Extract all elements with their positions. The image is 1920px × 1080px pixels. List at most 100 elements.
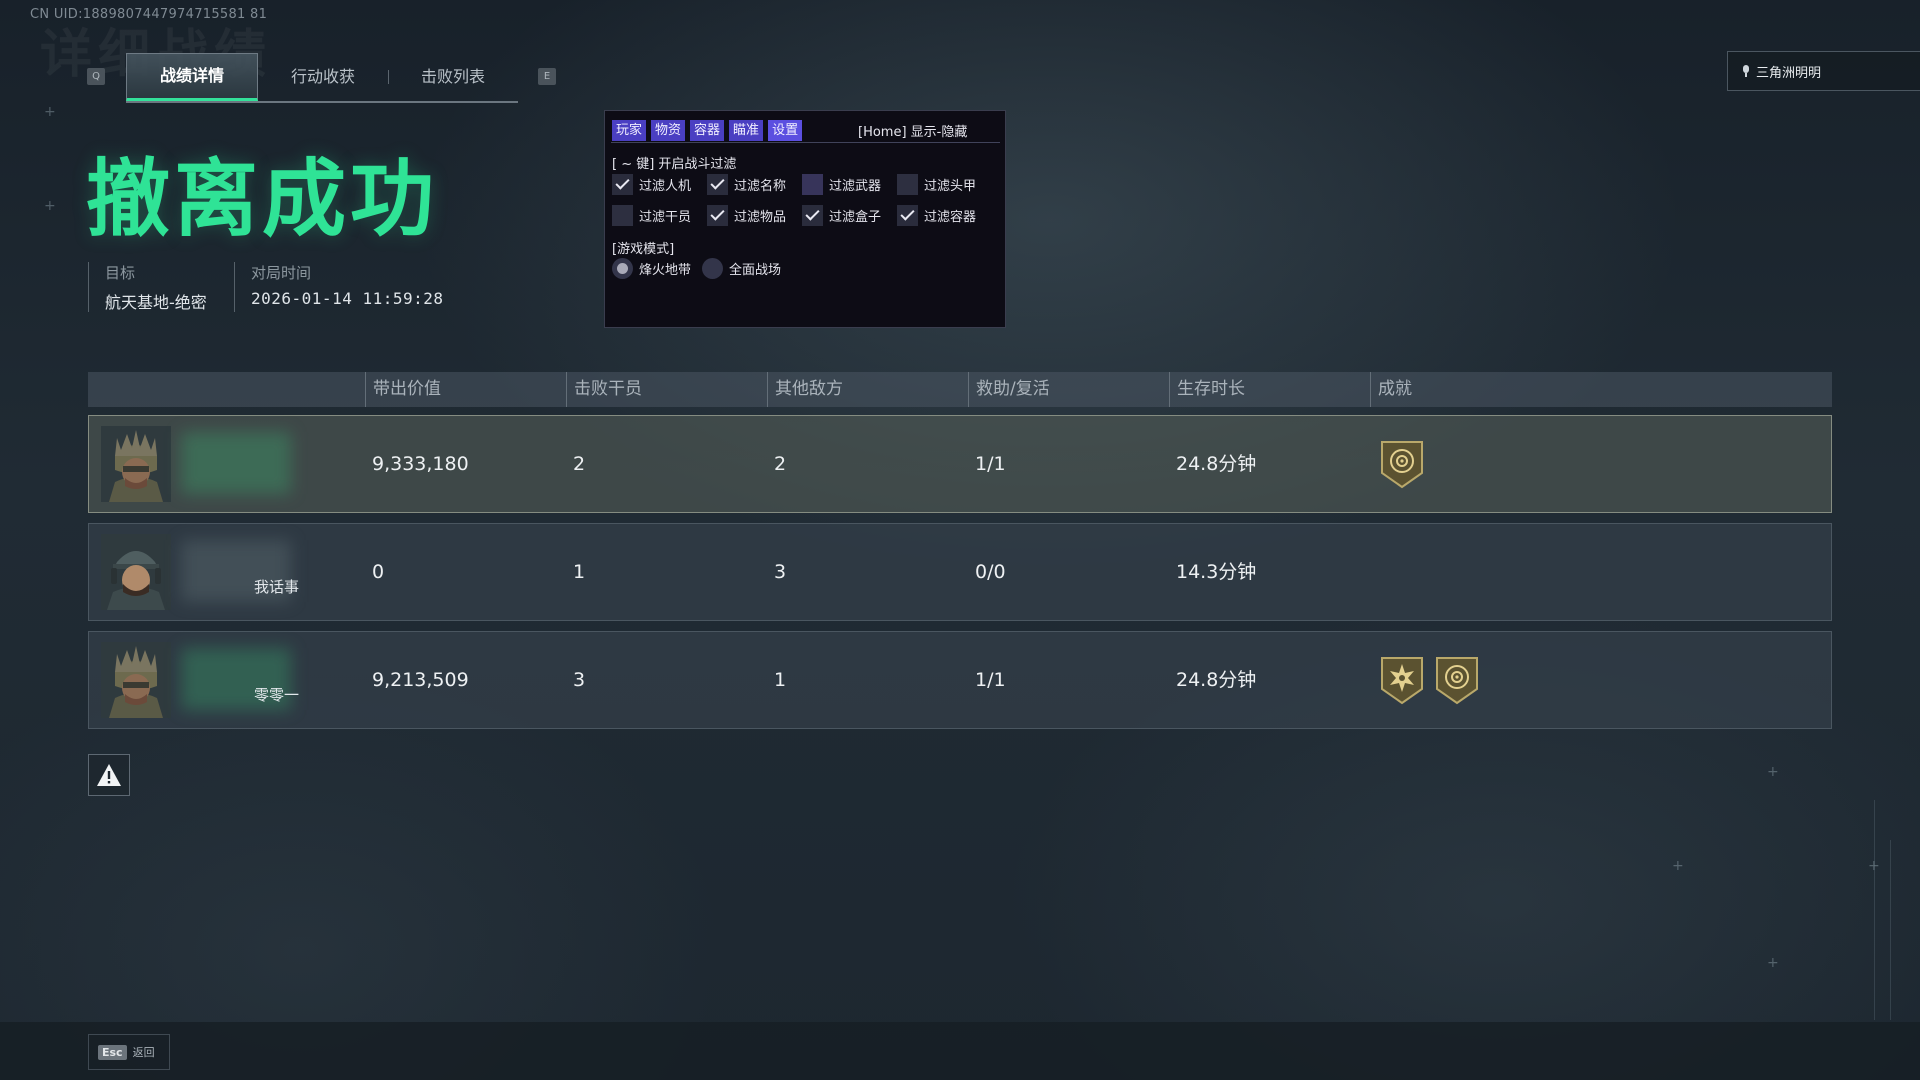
star-badge-icon[interactable] [1379, 655, 1425, 705]
column-header-assist: 救助/复活 [968, 372, 1050, 407]
table-header: 带出价值 击败干员 其他敌方 救助/复活 生存时长 成就 [88, 372, 1832, 407]
cell-other-enemies: 3 [774, 561, 787, 583]
filter-containers-label: 过滤容器 [924, 210, 977, 225]
account-box[interactable]: 三角洲明明 [1727, 51, 1920, 91]
column-header-value: 带出价值 [365, 372, 441, 407]
player-name-blurred [181, 432, 291, 494]
mode-warfare-radio[interactable]: 全面战场 [702, 258, 781, 279]
tab-prev-key-hint[interactable]: Q [87, 68, 105, 85]
cell-value: 9,213,509 [372, 669, 469, 691]
target-badge-icon[interactable] [1379, 439, 1425, 489]
table-row[interactable]: 零零一 9,213,509 3 1 1/1 24.8分钟 [88, 631, 1832, 729]
radio-selected-icon [612, 258, 633, 279]
crosshair-icon: + [44, 104, 56, 120]
checkbox-checked-icon [707, 174, 728, 195]
cell-value: 9,333,180 [372, 453, 469, 475]
cell-kills: 2 [573, 453, 586, 475]
tab-battle-details[interactable]: 战绩详情 [126, 53, 259, 101]
table-row[interactable]: 我话事 0 1 3 0/0 14.3分钟 [88, 523, 1832, 621]
cell-other-enemies: 2 [774, 453, 787, 475]
column-header-survival: 生存时长 [1169, 372, 1245, 407]
back-button[interactable]: Esc 返回 [88, 1034, 170, 1070]
overlay-tab-bar: 玩家 物资 容器 瞄准 设置 [612, 120, 803, 141]
crosshair-icon: + [1767, 955, 1779, 971]
filter-items-checkbox[interactable]: 过滤物品 [707, 205, 786, 226]
bottom-bar [0, 1022, 1920, 1080]
overlay-tab-supplies[interactable]: 物资 [651, 120, 686, 141]
filter-title: [ ~ 键] 开启战斗过滤 [612, 157, 737, 172]
checkbox-checked-icon [802, 205, 823, 226]
mode-warfare-label: 全面战场 [729, 263, 782, 278]
overlay-tab-player[interactable]: 玩家 [612, 120, 647, 141]
cell-assist: 0/0 [975, 561, 1006, 583]
cell-value: 0 [372, 561, 385, 583]
player-name: 我话事 [254, 578, 300, 596]
avatar [101, 426, 171, 502]
cell-survival: 14.3分钟 [1176, 561, 1257, 583]
filter-weapons-label: 过滤武器 [829, 179, 882, 194]
decorative-line [1890, 840, 1891, 1020]
target-info: 目标 航天基地-绝密 [88, 262, 207, 312]
filter-operators-label: 过滤干员 [639, 210, 692, 225]
cell-survival: 24.8分钟 [1176, 453, 1257, 475]
game-mode-title: [游戏模式] [612, 242, 675, 257]
overlay-divider [611, 142, 1000, 143]
result-title: 撤离成功 [86, 150, 439, 248]
cell-kills: 1 [573, 561, 586, 583]
crosshair-icon: + [1672, 858, 1684, 874]
overlay-tab-aim[interactable]: 瞄准 [729, 120, 764, 141]
tab-bar: 战绩详情 行动收获 击败列表 [126, 53, 519, 103]
filter-operators-checkbox[interactable]: 过滤干员 [612, 205, 691, 226]
tab-next-key-hint[interactable]: E [538, 68, 556, 85]
avatar [101, 534, 171, 610]
decorative-line [1874, 800, 1875, 1020]
target-badge-icon[interactable] [1434, 655, 1480, 705]
match-time-label: 对局时间 [251, 264, 312, 282]
microphone-icon [1742, 65, 1750, 77]
filter-items-label: 过滤物品 [734, 210, 787, 225]
column-header-achievements: 成就 [1370, 372, 1412, 407]
overlay-tab-settings[interactable]: 设置 [768, 120, 803, 141]
match-time-info: 对局时间 2026-01-14 11:59:28 [234, 262, 444, 312]
target-value: 航天基地-绝密 [105, 293, 207, 312]
filter-containers-checkbox[interactable]: 过滤容器 [897, 205, 976, 226]
mode-havoc-radio[interactable]: 烽火地带 [612, 258, 691, 279]
tab-kill-list[interactable]: 击败列表 [388, 53, 518, 101]
overlay-hotkey-hint: [Home] 显示-隐藏 [858, 125, 968, 140]
checkbox-unchecked-icon [897, 174, 918, 195]
match-time-value: 2026-01-14 11:59:28 [251, 289, 444, 308]
target-label: 目标 [105, 264, 136, 282]
overlay-panel: 玩家 物资 容器 瞄准 设置 [Home] 显示-隐藏 [ ~ 键] 开启战斗过… [604, 110, 1006, 328]
filter-names-label: 过滤名称 [734, 179, 787, 194]
cell-kills: 3 [573, 669, 586, 691]
report-button[interactable] [88, 754, 130, 796]
player-name: 零零一 [254, 686, 300, 704]
cell-survival: 24.8分钟 [1176, 669, 1257, 691]
filter-bots-label: 过滤人机 [639, 179, 692, 194]
checkbox-unchecked-icon [802, 174, 823, 195]
crosshair-icon: + [44, 198, 56, 214]
filter-armor-checkbox[interactable]: 过滤头甲 [897, 174, 976, 195]
mode-havoc-label: 烽火地带 [639, 263, 692, 278]
radio-unselected-icon [702, 258, 723, 279]
checkbox-checked-icon [707, 205, 728, 226]
screen: 详细战绩 CN UID:1889807447974715581 81 + + +… [0, 0, 1920, 1080]
filter-weapons-checkbox[interactable]: 过滤武器 [802, 174, 881, 195]
filter-names-checkbox[interactable]: 过滤名称 [707, 174, 786, 195]
account-name: 三角洲明明 [1756, 65, 1822, 81]
warning-icon [97, 764, 121, 786]
uid-label: CN UID:1889807447974715581 81 [30, 7, 268, 22]
filter-boxes-label: 过滤盒子 [829, 210, 882, 225]
checkbox-checked-icon [897, 205, 918, 226]
filter-boxes-checkbox[interactable]: 过滤盒子 [802, 205, 881, 226]
checkbox-checked-icon [612, 174, 633, 195]
avatar [101, 642, 171, 718]
table-row[interactable]: 9,333,180 2 2 1/1 24.8分钟 [88, 415, 1832, 513]
column-header-other-enemies: 其他敌方 [767, 372, 843, 407]
tab-action-gains[interactable]: 行动收获 [258, 53, 388, 101]
cell-other-enemies: 1 [774, 669, 787, 691]
overlay-tab-container[interactable]: 容器 [690, 120, 725, 141]
cell-assist: 1/1 [975, 669, 1006, 691]
filter-bots-checkbox[interactable]: 过滤人机 [612, 174, 691, 195]
column-header-kills: 击败干员 [566, 372, 642, 407]
